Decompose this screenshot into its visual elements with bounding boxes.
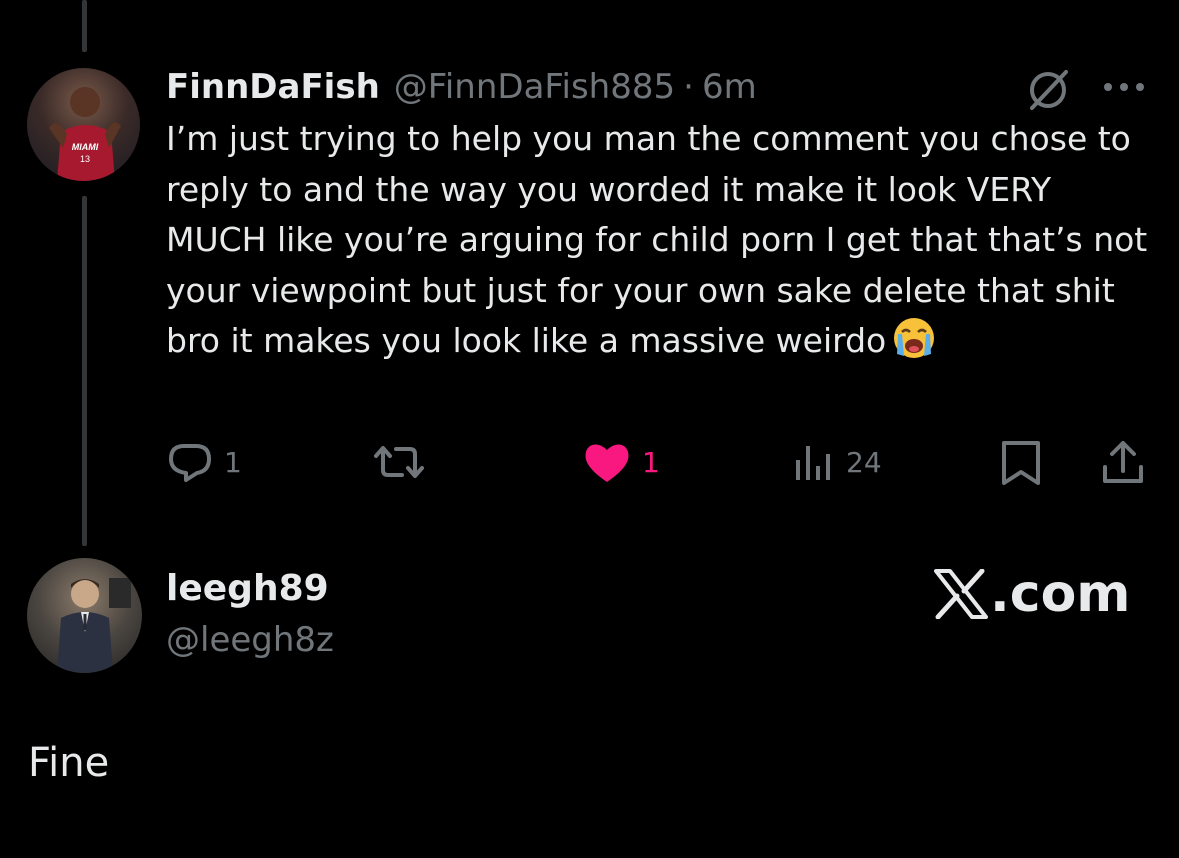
avatar-finndafish[interactable]: MIAMI 13 (27, 68, 140, 181)
reply-text: Fine (28, 740, 110, 786)
post-header: FinnDaFish @FinnDaFish885 · 6m (166, 62, 757, 112)
x-com-watermark: .com (934, 562, 1131, 626)
reply-count: 1 (224, 445, 242, 479)
post-text: I’m just trying to help you man the comm… (166, 114, 1156, 367)
views-chart-icon (796, 446, 830, 480)
views-button[interactable]: 24 (794, 430, 882, 494)
thread-line-top (82, 0, 87, 52)
share-button[interactable] (1100, 430, 1146, 494)
reply-button[interactable]: 1 (166, 430, 242, 494)
post-timestamp[interactable]: 6m (702, 67, 757, 107)
repost-icon (374, 446, 424, 478)
x-logo-icon (934, 569, 988, 619)
view-count: 24 (846, 445, 882, 479)
post-text-content: I’m just trying to help you man the comm… (166, 119, 1148, 360)
bookmark-icon (1002, 441, 1040, 485)
share-icon (1103, 441, 1143, 483)
man-in-suit-avatar-illustration (57, 578, 131, 673)
heart-icon (585, 444, 629, 482)
like-button[interactable]: 1 (582, 430, 660, 494)
like-count: 1 (642, 445, 660, 479)
player-avatar-illustration: MIAMI 13 (49, 87, 121, 181)
bookmark-button[interactable] (998, 430, 1044, 494)
display-name[interactable]: FinnDaFish (166, 67, 380, 107)
avatar-leegh89[interactable] (27, 558, 142, 673)
separator-dot: · (683, 67, 694, 107)
svg-text:MIAMI: MIAMI (72, 142, 99, 152)
user2-display-name[interactable]: leegh89 (166, 568, 329, 609)
reply-icon (169, 444, 211, 482)
grok-icon[interactable] (1024, 66, 1072, 114)
watermark-text: .com (990, 564, 1131, 624)
loudly-crying-face-icon (894, 318, 935, 358)
svg-text:13: 13 (80, 154, 90, 164)
repost-button[interactable] (370, 430, 428, 494)
more-options-icon[interactable] (1102, 80, 1146, 94)
user-handle[interactable]: @FinnDaFish885 (394, 67, 675, 107)
user2-handle[interactable]: @leegh8z (166, 620, 334, 660)
action-bar: 1 1 24 (0, 430, 1179, 494)
